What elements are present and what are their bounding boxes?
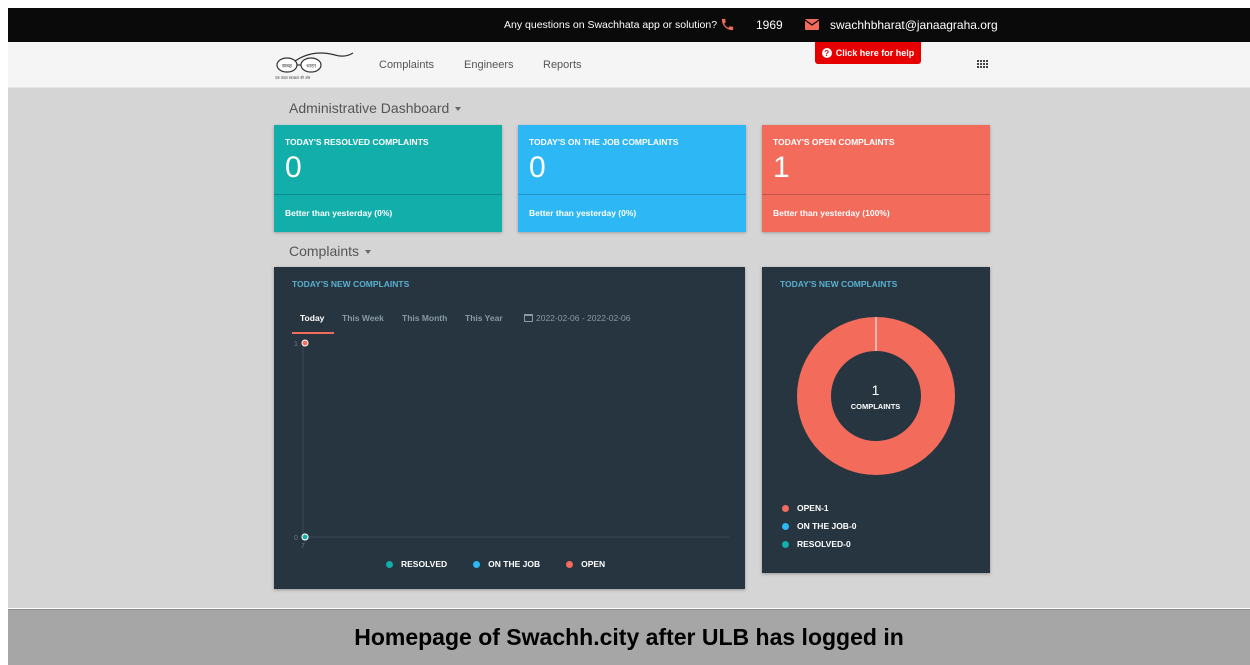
help-button-label: Click here for help (835, 48, 915, 58)
legend-dot (473, 560, 481, 568)
card-value: 0 (529, 151, 546, 184)
line-chart-panel: TODAY'S NEW COMPLAINTS Today This Week T… (274, 267, 745, 589)
card-label: TODAY'S OPEN COMPLAINTS (773, 137, 895, 147)
legend-label: RESOLVED-0 (797, 539, 851, 549)
legend-dot (782, 504, 789, 512)
card-divider (518, 194, 746, 195)
dashboard-title[interactable]: Administrative Dashboard (289, 100, 462, 116)
mail-icon (805, 19, 819, 30)
nav-reports[interactable]: Reports (543, 59, 582, 71)
donut-center-label: COMPLAINTS (850, 402, 901, 411)
card-value: 0 (285, 151, 302, 184)
legend-label: RESOLVED (401, 559, 448, 569)
card-footer: Better than yesterday (0%) (529, 208, 637, 218)
legend-label: ON THE JOB-0 (797, 521, 857, 531)
legend-on-the-job[interactable]: ON THE JOB (473, 559, 540, 569)
card-label: TODAY'S ON THE JOB COMPLAINTS (529, 137, 679, 147)
x-tick-label: 7 (301, 543, 305, 550)
legend-dot (566, 560, 574, 568)
phone-icon (721, 18, 734, 31)
donut-center-value: 1 (871, 382, 880, 398)
chevron-down-icon (365, 250, 372, 255)
complaints-title[interactable]: Complaints (289, 243, 372, 259)
dashboard-title-text: Administrative Dashboard (289, 100, 450, 116)
line-chart: 1 0 7 (294, 339, 729, 550)
donut-panel-title: TODAY'S NEW COMPLAINTS (780, 279, 898, 289)
y-tick-label: 0 (294, 535, 298, 542)
data-point-resolved[interactable] (301, 533, 309, 541)
legend-open[interactable]: OPEN-1 (782, 499, 857, 517)
card-divider (274, 194, 502, 195)
card-label: TODAY'S RESOLVED COMPLAINTS (285, 137, 429, 147)
apps-grid-icon[interactable] (977, 60, 989, 70)
legend-label: OPEN-1 (797, 503, 829, 513)
data-point-open[interactable] (301, 339, 309, 347)
open-complaints-card: TODAY'S OPEN COMPLAINTS 1 Better than ye… (762, 125, 990, 232)
help-button[interactable]: ? Click here for help (815, 42, 921, 64)
card-value: 1 (773, 151, 790, 184)
main-navbar: स्वच्छ भारत एक कदम स्वच्छता की ओर Compla… (8, 42, 1250, 88)
legend-open[interactable]: OPEN (566, 559, 605, 569)
support-phone[interactable]: 1969 (756, 18, 783, 32)
help-icon: ? (821, 48, 832, 58)
on-the-job-complaints-card: TODAY'S ON THE JOB COMPLAINTS 0 Better t… (518, 125, 746, 232)
legend-resolved[interactable]: RESOLVED-0 (782, 535, 857, 553)
legend-label: ON THE JOB (488, 559, 541, 569)
legend-dot (782, 522, 789, 530)
top-info-bar: Any questions on Swachhata app or soluti… (8, 8, 1250, 42)
card-footer: Better than yesterday (0%) (285, 208, 393, 218)
card-divider (762, 194, 990, 195)
support-question: Any questions on Swachhata app or soluti… (504, 19, 718, 31)
complaints-title-text: Complaints (289, 243, 360, 259)
nav-engineers[interactable]: Engineers (464, 59, 514, 71)
logo-text-left: स्वच्छ (282, 64, 293, 70)
legend-dot (782, 540, 789, 548)
swachh-bharat-logo[interactable]: स्वच्छ भारत एक कदम स्वच्छता की ओर (273, 47, 363, 83)
logo-text-right: भारत (306, 64, 316, 70)
legend-resolved[interactable]: RESOLVED (386, 559, 447, 569)
nav-complaints[interactable]: Complaints (379, 59, 434, 71)
figure-caption: Homepage of Swachh.city after ULB has lo… (8, 609, 1250, 665)
line-chart-legend: RESOLVED ON THE JOB OPEN (386, 559, 605, 569)
legend-on-the-job[interactable]: ON THE JOB-0 (782, 517, 857, 535)
chevron-down-icon (455, 107, 462, 112)
card-footer: Better than yesterday (100%) (773, 208, 890, 218)
resolved-complaints-card: TODAY'S RESOLVED COMPLAINTS 0 Better tha… (274, 125, 502, 232)
app-frame: Any questions on Swachhata app or soluti… (8, 8, 1250, 608)
logo-tagline: एक कदम स्वच्छता की ओर (275, 75, 311, 80)
donut-legend: OPEN-1 ON THE JOB-0 RESOLVED-0 (782, 499, 857, 553)
legend-label: OPEN (581, 559, 606, 569)
legend-dot (386, 560, 393, 568)
donut-chart-panel: TODAY'S NEW COMPLAINTS 1 COMPLAINTS OPEN… (762, 267, 990, 573)
y-tick-label: 1 (294, 341, 298, 348)
support-email[interactable]: swachhbharat@janaagraha.org (830, 18, 998, 32)
